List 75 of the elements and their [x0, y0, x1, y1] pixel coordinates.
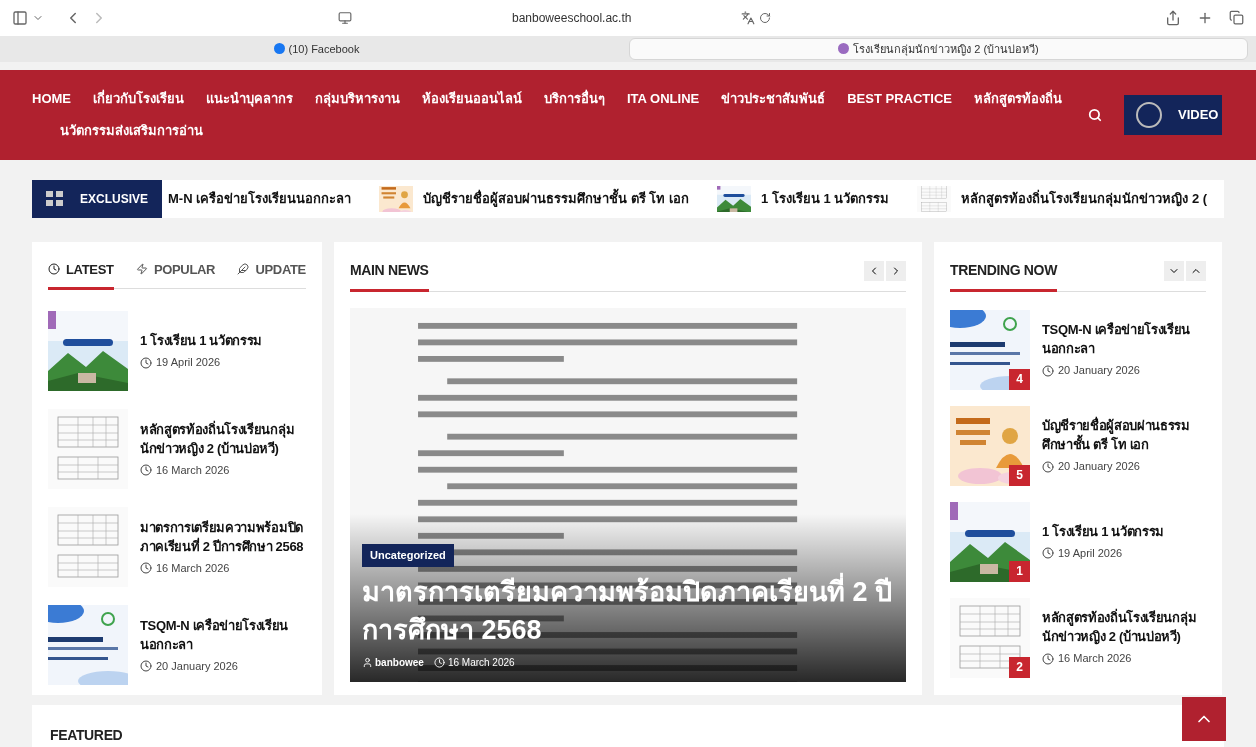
rank-badge: 1 [1009, 560, 1030, 582]
nav-link[interactable]: นวัตกรรมส่งเสริมการอ่าน [32, 120, 1088, 141]
author-name[interactable]: banbowee [375, 654, 424, 670]
clock-icon [48, 263, 60, 276]
nav-link[interactable]: ข่าวประชาสัมพันธ์ [721, 89, 826, 109]
post-tab[interactable]: POPULAR [135, 259, 216, 291]
post-tab[interactable]: UPDATE [237, 259, 306, 291]
post-title-link[interactable]: 1 โรงเรียน 1 นวัตกรรม [140, 331, 263, 351]
user-icon [362, 656, 373, 668]
section-heading: TRENDING NOW [950, 259, 1057, 292]
address-bar[interactable]: banboweeschool.ac.th [512, 8, 632, 27]
rank-badge: 5 [1009, 464, 1030, 486]
nav-link[interactable]: บริการอื่นๆ [544, 89, 605, 109]
nav-link[interactable]: ITA ONLINE [627, 89, 700, 109]
translate-icon[interactable] [741, 10, 756, 25]
grid-icon [46, 190, 64, 207]
video-button[interactable]: VIDEO [1124, 94, 1222, 135]
nav-link[interactable]: ห้องเรียนออนไลน์ [422, 89, 522, 109]
post-title-link[interactable]: หลักสูตรท้องถิ่นโรงเรียนกลุ่มนักข่าวหญิง 2 (บ้านบ่อหวี) [1042, 608, 1206, 647]
rank-badge: 2 [1009, 656, 1030, 678]
exclusive-text: EXCLUSIVE [80, 190, 148, 208]
nav-link[interactable]: กลุ่มบริหารงาน [315, 89, 400, 109]
nav-link[interactable]: เกี่ยวกับโรงเรียน [93, 89, 184, 109]
main-news-title[interactable]: มาตรการเตรียมความพร้อมปิดภาคเรียนที่ 2 ปีการศึกษา 2568 [362, 572, 898, 649]
post-date: 19 April 2026 [156, 355, 221, 371]
clock-icon [140, 562, 152, 575]
clock-icon [1042, 460, 1054, 473]
ticker-link[interactable]: M-N เครือข่ายโรงเรียนนอกกะลา [168, 189, 352, 209]
category-tag[interactable]: Uncategorized [362, 544, 454, 567]
feather-icon [237, 263, 250, 276]
sidebar-icon[interactable] [12, 9, 28, 26]
post-date: 16 March 2026 [156, 462, 230, 478]
post-date: 19 April 2026 [1058, 545, 1123, 561]
ticker-link[interactable]: 1 โรงเรียน 1 นวัตกรรม [761, 189, 890, 209]
reload-icon[interactable] [759, 11, 772, 24]
tab-favicon [273, 43, 285, 55]
post-title-link[interactable]: มาตรการเตรียมความพร้อมปิดภาคเรียนที่ 2 ปีการศึกษา 2568 [140, 517, 306, 556]
post-title-link[interactable]: 1 โรงเรียน 1 นวัตกรรม [1042, 521, 1165, 541]
tab-favicon [838, 43, 850, 55]
section-heading: MAIN NEWS [350, 259, 429, 292]
post-date: 20 January 2026 [1058, 459, 1140, 475]
post-date: 16 March 2026 [1058, 651, 1132, 667]
lightning-icon [135, 263, 148, 276]
clock-icon [1042, 547, 1054, 560]
ticker-link[interactable]: หลักสูตรท้องถิ่นโรงเรียนกลุ่มนักข่าวหญิง 2 ( [961, 189, 1208, 209]
nav-link[interactable]: แนะนำบุคลากร [206, 89, 293, 109]
up-button[interactable] [1186, 261, 1206, 282]
post-title-link[interactable]: บัญชีรายชื่อผู้สอบผ่านธรรมศึกษาชั้น ตรี โท เอก [1042, 416, 1206, 455]
down-button[interactable] [1164, 261, 1184, 282]
clock-icon [140, 660, 152, 673]
post-tab[interactable]: LATEST [48, 259, 114, 291]
post-date: 16 March 2026 [447, 655, 515, 670]
post-title-link[interactable]: TSQM-N เครือข่ายโรงเรียนนอกกะลา [140, 615, 306, 654]
clock-icon [140, 356, 152, 369]
share-icon[interactable] [1165, 9, 1181, 26]
browser-tab[interactable]: โรงเรียนกลุ่มนักข่าวหญิง 2 (บ้านบ่อหวี) [629, 37, 1248, 60]
nav-link[interactable]: HOME [32, 89, 71, 109]
section-heading: FEATURED [50, 727, 123, 743]
post-date: 20 January 2026 [1058, 363, 1140, 379]
post-title-link[interactable]: TSQM-N เครือข่ายโรงเรียนนอกกะลา [1042, 320, 1206, 359]
search-icon[interactable] [1088, 107, 1102, 122]
post-date: 20 January 2026 [156, 658, 238, 674]
clock-icon [140, 464, 152, 477]
rank-badge: 4 [1009, 368, 1030, 390]
post-title-link[interactable]: หลักสูตรท้องถิ่นโรงเรียนกลุ่มนักข่าวหญิง 2 (บ้านบ่อหวี) [140, 419, 306, 458]
tabs-overview-icon[interactable] [1229, 10, 1244, 26]
next-button[interactable] [886, 261, 906, 282]
clock-icon [1042, 364, 1054, 377]
clock-icon [433, 656, 445, 668]
nav-link[interactable]: หลักสูตรท้องถิ่น [973, 89, 1062, 109]
post-date: 16 March 2026 [156, 560, 230, 576]
previous-button[interactable] [864, 261, 884, 282]
nav-link[interactable]: BEST PRACTICE [847, 89, 952, 109]
ticker-link[interactable]: บัญชีรายชื่อผู้สอบผ่านธรรมศึกษาชั้น ตรี โท เอก [423, 189, 689, 209]
clock-icon [1042, 652, 1054, 665]
